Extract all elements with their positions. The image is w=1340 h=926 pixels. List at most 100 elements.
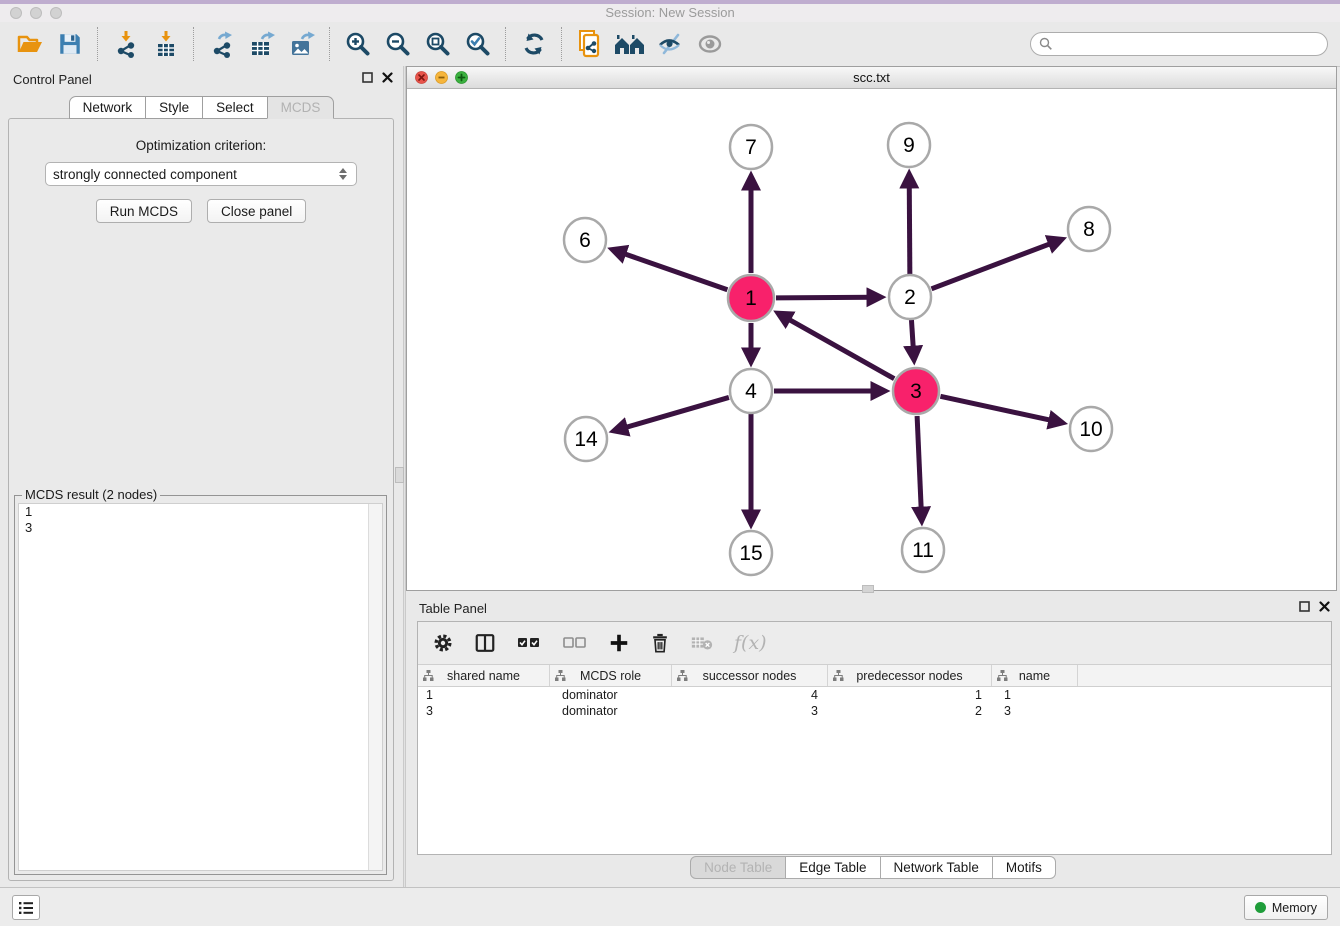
- edge-1-6[interactable]: [619, 252, 727, 290]
- edge-2-9[interactable]: [909, 181, 910, 274]
- node-table-container: f(x) shared nameMCDS rolesuccessor nodes…: [417, 621, 1332, 855]
- zoom-in-icon[interactable]: [338, 25, 378, 63]
- table-row[interactable]: 3dominator323: [418, 703, 1331, 719]
- close-panel-button[interactable]: Close panel: [207, 199, 306, 223]
- criterion-selected-value: strongly connected component: [53, 167, 339, 182]
- vertical-splitter-handle[interactable]: [395, 467, 404, 483]
- run-mcds-button[interactable]: Run MCDS: [96, 199, 192, 223]
- node-label-11: 11: [912, 539, 934, 562]
- edge-1-2[interactable]: [776, 297, 874, 298]
- save-session-icon[interactable]: [50, 25, 90, 63]
- table-header-row: shared nameMCDS rolesuccessor nodesprede…: [418, 665, 1331, 687]
- mcds-result-item[interactable]: 3: [19, 520, 382, 536]
- mcds-result-items: 13: [19, 504, 382, 536]
- select-all-rows-icon[interactable]: [516, 633, 542, 653]
- export-table-icon[interactable]: [242, 25, 282, 63]
- node-label-2: 2: [904, 286, 916, 309]
- node-label-8: 8: [1083, 218, 1095, 241]
- network-view-window: scc.txt 7968124314101511: [406, 66, 1337, 591]
- column-header-shared-name[interactable]: shared name: [418, 665, 550, 686]
- tab-network[interactable]: Network: [69, 96, 147, 119]
- titlebar-accent-strip: [0, 0, 1340, 4]
- edge-2-8[interactable]: [932, 242, 1056, 289]
- close-panel-icon[interactable]: [382, 72, 393, 83]
- float-panel-icon[interactable]: [362, 72, 373, 83]
- open-session-icon[interactable]: [10, 25, 50, 63]
- toolbar-separator: [329, 27, 331, 61]
- edit-column-icon: [423, 670, 434, 681]
- export-image-icon[interactable]: [282, 25, 322, 63]
- network-canvas[interactable]: 7968124314101511: [407, 89, 1336, 590]
- table-cell: 2: [828, 703, 992, 719]
- edge-3-1[interactable]: [784, 317, 894, 379]
- criterion-select[interactable]: strongly connected component: [45, 162, 357, 186]
- column-header-name[interactable]: name: [992, 665, 1078, 686]
- result-scrollbar[interactable]: [368, 504, 382, 870]
- table-panel-title: Table Panel: [419, 601, 487, 616]
- node-label-10: 10: [1079, 418, 1102, 441]
- table-panel: Table Panel f(x) shared nameMCDS rolesuc…: [406, 595, 1340, 888]
- search-input[interactable]: [1058, 36, 1327, 52]
- import-table-from-file-icon[interactable]: [146, 25, 186, 63]
- new-network-from-selection-icon[interactable]: [570, 25, 610, 63]
- float-panel-icon[interactable]: [1299, 601, 1310, 612]
- apply-preferred-layout-icon[interactable]: [514, 25, 554, 63]
- mcds-panel: Optimization criterion: strongly connect…: [8, 118, 394, 881]
- show-all-icon[interactable]: [690, 25, 730, 63]
- table-cell: dominator: [550, 703, 672, 719]
- edge-4-14[interactable]: [621, 397, 729, 429]
- create-new-column-icon[interactable]: [608, 632, 630, 654]
- zoom-out-icon[interactable]: [378, 25, 418, 63]
- zoom-selected-region-icon[interactable]: [458, 25, 498, 63]
- tab-edge-table[interactable]: Edge Table: [785, 856, 880, 879]
- tab-node-table[interactable]: Node Table: [690, 856, 786, 879]
- edit-column-icon: [555, 670, 566, 681]
- edge-2-3[interactable]: [911, 320, 913, 353]
- session-title: Session: New Session: [0, 5, 1340, 20]
- control-panel-title: Control Panel: [13, 72, 92, 87]
- table-cell: 4: [672, 687, 828, 703]
- mcds-result-item[interactable]: 1: [19, 504, 382, 520]
- tab-select[interactable]: Select: [202, 96, 268, 119]
- search-field[interactable]: [1030, 32, 1328, 56]
- column-header-successor-nodes[interactable]: successor nodes: [672, 665, 828, 686]
- memory-label: Memory: [1272, 901, 1317, 915]
- column-header-mcds-role[interactable]: MCDS role: [550, 665, 672, 686]
- node-label-3: 3: [910, 380, 922, 403]
- close-panel-icon[interactable]: [1319, 601, 1330, 612]
- column-header-predecessor-nodes[interactable]: predecessor nodes: [828, 665, 992, 686]
- zoom-fit-content-icon[interactable]: [418, 25, 458, 63]
- mcds-result-list: 13: [18, 503, 383, 871]
- tab-style[interactable]: Style: [145, 96, 203, 119]
- delete-column-trash-icon[interactable]: [650, 632, 670, 654]
- table-cell: 3: [418, 703, 550, 719]
- memory-button[interactable]: Memory: [1244, 895, 1328, 920]
- network-window-titlebar[interactable]: scc.txt: [407, 67, 1336, 89]
- edge-3-11[interactable]: [917, 416, 921, 514]
- tab-network-table[interactable]: Network Table: [880, 856, 993, 879]
- node-label-15: 15: [739, 542, 762, 565]
- node-label-6: 6: [579, 229, 591, 252]
- hide-selected-icon[interactable]: [650, 25, 690, 63]
- table-row[interactable]: 1dominator411: [418, 687, 1331, 703]
- toolbar-separator: [505, 27, 507, 61]
- horizontal-splitter-handle[interactable]: [862, 585, 874, 593]
- tab-mcds[interactable]: MCDS: [267, 96, 335, 119]
- show-column-panel-icon[interactable]: [474, 632, 496, 654]
- deselect-all-rows-icon[interactable]: [562, 633, 588, 653]
- table-settings-gear-icon[interactable]: [432, 632, 454, 654]
- table-type-tabs: Node TableEdge TableNetwork TableMotifs: [406, 856, 1340, 879]
- import-network-from-file-icon[interactable]: [106, 25, 146, 63]
- table-cell: 3: [672, 703, 828, 719]
- optimization-criterion-label: Optimization criterion:: [9, 138, 393, 153]
- tab-motifs[interactable]: Motifs: [992, 856, 1056, 879]
- export-network-icon[interactable]: [202, 25, 242, 63]
- table-cell: 1: [828, 687, 992, 703]
- status-bar: Memory: [0, 887, 1340, 926]
- node-label-4: 4: [745, 380, 757, 403]
- table-toolbar: f(x): [418, 622, 1331, 665]
- show-task-history-button[interactable]: [12, 895, 40, 920]
- application-window: Session: New Session: [0, 0, 1340, 926]
- edge-3-10[interactable]: [940, 396, 1055, 421]
- first-neighbors-of-selected-icon[interactable]: [610, 25, 650, 63]
